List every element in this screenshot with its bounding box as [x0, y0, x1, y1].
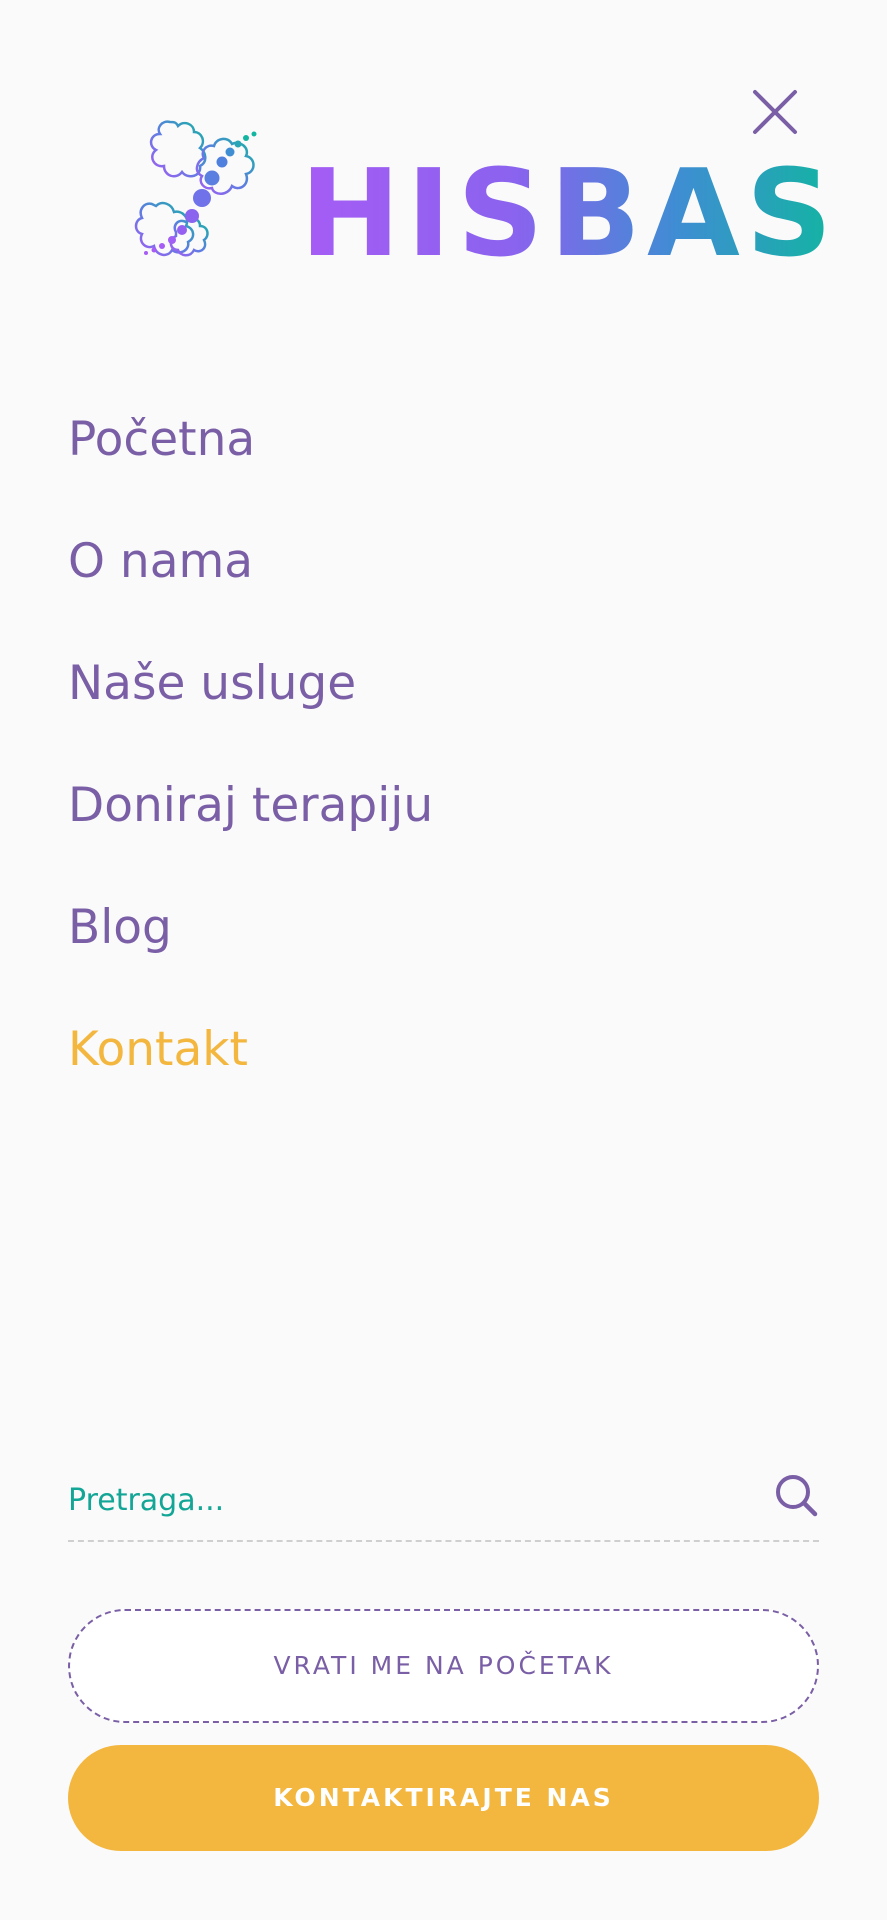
contact-us-button[interactable]: KONTAKTIRAJTE NAS	[68, 1745, 819, 1851]
main-nav: Početna O nama Naše usluge Doniraj terap…	[68, 400, 433, 1132]
nav-item-nase-usluge[interactable]: Naše usluge	[68, 644, 433, 766]
nav-item-kontakt[interactable]: Kontakt	[68, 1010, 433, 1132]
nav-item-blog[interactable]: Blog	[68, 888, 433, 1010]
nav-item-pocetna[interactable]: Početna	[68, 400, 433, 522]
search-button[interactable]	[773, 1472, 819, 1518]
back-to-top-button[interactable]: VRATI ME NA POČETAK	[68, 1609, 819, 1723]
search-icon	[776, 1475, 818, 1517]
butterfly-logo-icon	[134, 120, 257, 257]
search-input[interactable]	[68, 1470, 708, 1530]
search-form	[68, 1462, 819, 1542]
nav-item-o-nama[interactable]: O nama	[68, 522, 433, 644]
logo-text: HISBAS	[300, 140, 838, 290]
nav-item-doniraj-terapiju[interactable]: Doniraj terapiju	[68, 766, 433, 888]
site-logo[interactable]: HISBAS	[132, 112, 832, 290]
